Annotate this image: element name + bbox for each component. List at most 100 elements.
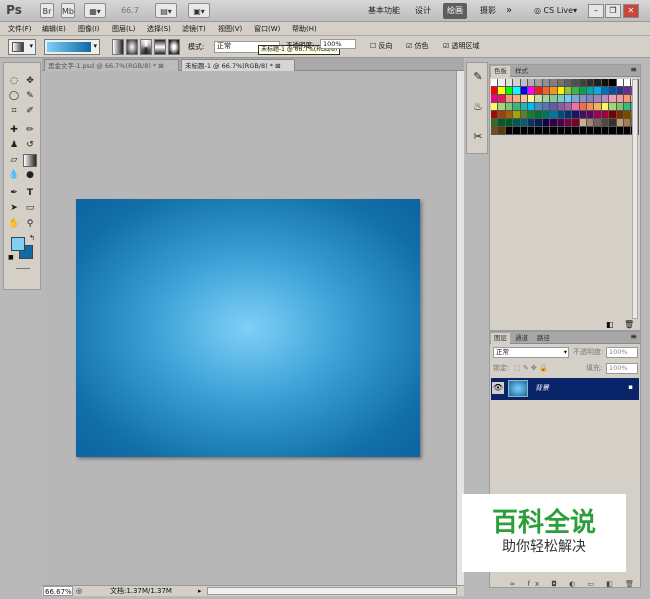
color-swatch[interactable] (535, 111, 543, 119)
workspace-design[interactable]: 设计 (411, 3, 435, 19)
color-swatch[interactable] (594, 87, 602, 95)
blend-mode-select[interactable]: 正常 ▾ (493, 347, 569, 358)
tab-layers[interactable]: 图层 (491, 333, 510, 344)
color-swatch[interactable] (505, 119, 514, 127)
screen-mode-button[interactable]: ▣▾ (188, 3, 210, 18)
tab-paths[interactable]: 路径 (534, 333, 553, 344)
color-swatch[interactable] (557, 103, 565, 111)
radial-gradient-button[interactable] (126, 39, 138, 55)
bridge-button[interactable]: Br (40, 3, 54, 18)
color-swatch[interactable] (520, 87, 528, 95)
dodge-tool-icon[interactable]: ● (23, 169, 37, 182)
opacity-input[interactable]: 100% (320, 39, 356, 49)
color-swatch[interactable] (498, 127, 506, 135)
color-swatch[interactable] (609, 119, 617, 127)
color-swatch[interactable] (550, 127, 558, 135)
cs-live-button[interactable]: ◎ CS Live▾ (530, 3, 581, 19)
move-tool-icon[interactable]: ✥ (23, 75, 37, 88)
color-swatch[interactable] (572, 111, 580, 119)
color-swatch[interactable] (520, 119, 528, 127)
color-swatch[interactable] (513, 95, 521, 103)
color-swatch[interactable] (609, 111, 617, 119)
zoom-level[interactable]: 66.7 (118, 3, 142, 18)
menu-help[interactable]: 帮助(H) (292, 23, 317, 35)
marquee-tool-icon[interactable]: ◌ (7, 75, 21, 88)
fill-input[interactable]: 100% (606, 363, 638, 374)
color-swatch[interactable] (542, 95, 551, 103)
color-swatch[interactable] (491, 127, 499, 135)
color-swatch[interactable] (572, 103, 580, 111)
color-swatch[interactable] (572, 119, 580, 127)
color-swatch[interactable] (498, 103, 506, 111)
tab-styles[interactable]: 样式 (512, 66, 531, 77)
color-swatch[interactable] (550, 79, 558, 87)
lasso-tool-icon[interactable]: ◯ (7, 90, 21, 103)
linear-gradient-button[interactable] (112, 39, 124, 55)
color-swatch[interactable] (601, 79, 610, 87)
color-swatch[interactable] (520, 103, 528, 111)
color-swatch[interactable] (557, 111, 565, 119)
color-swatch[interactable] (550, 103, 558, 111)
color-swatch[interactable] (535, 127, 543, 135)
history-brush-tool-icon[interactable]: ↺ (23, 139, 37, 152)
color-swatch[interactable] (579, 103, 588, 111)
color-swatch[interactable] (535, 79, 543, 87)
reverse-checkbox[interactable]: ☐ 反向 (370, 41, 393, 51)
clone-stamp-tool-icon[interactable]: ♟ (7, 139, 21, 152)
clone-source-icon[interactable]: ♨ (470, 99, 486, 115)
eraser-tool-icon[interactable]: ▱ (7, 154, 21, 167)
menu-select[interactable]: 选择(S) (147, 23, 171, 35)
color-swatch[interactable] (527, 103, 536, 111)
color-swatch[interactable] (616, 111, 625, 119)
color-swatch[interactable] (564, 79, 573, 87)
workspace-essentials[interactable]: 基本功能 (364, 3, 404, 19)
color-swatch[interactable] (624, 111, 632, 119)
quick-select-tool-icon[interactable]: ✎ (23, 90, 37, 103)
color-swatch[interactable] (557, 87, 565, 95)
color-swatch[interactable] (505, 95, 514, 103)
status-zoom[interactable]: 66.67% (43, 586, 73, 596)
swap-colors-icon[interactable]: ↰ (29, 234, 35, 242)
color-swatch[interactable] (564, 119, 573, 127)
menu-edit[interactable]: 编辑(E) (42, 23, 66, 35)
color-swatch[interactable] (624, 103, 632, 111)
color-swatch[interactable] (579, 79, 588, 87)
color-swatch[interactable] (601, 103, 610, 111)
default-colors-icon[interactable]: ■ (8, 254, 14, 261)
color-swatch[interactable] (609, 79, 617, 87)
color-swatch[interactable] (527, 79, 536, 87)
color-swatch[interactable] (520, 79, 528, 87)
color-swatch[interactable] (557, 127, 565, 135)
color-swatch[interactable] (542, 103, 551, 111)
tab-document-2[interactable]: 未标题-1 @ 66.7%(RGB/8) * ⊠ (181, 59, 295, 71)
color-swatch[interactable] (550, 87, 558, 95)
color-swatch[interactable] (527, 111, 536, 119)
close-button[interactable]: ✕ (623, 4, 639, 18)
reflected-gradient-button[interactable] (154, 39, 166, 55)
color-swatch[interactable] (624, 79, 632, 87)
path-selection-tool-icon[interactable]: ➤ (7, 202, 21, 215)
color-swatch[interactable] (624, 95, 632, 103)
tool-presets-icon[interactable]: ✂ (470, 129, 486, 145)
document-canvas[interactable] (76, 199, 420, 457)
color-swatch[interactable] (535, 95, 543, 103)
color-swatch[interactable] (601, 95, 610, 103)
color-swatch[interactable] (609, 127, 617, 135)
restore-button[interactable]: ❐ (605, 4, 621, 18)
color-swatch[interactable] (505, 87, 514, 95)
menu-image[interactable]: 图像(I) (78, 23, 100, 35)
panel-menu-icon[interactable]: ≡ (630, 65, 637, 74)
color-swatch[interactable] (587, 95, 595, 103)
color-swatch[interactable] (550, 111, 558, 119)
menu-file[interactable]: 文件(F) (8, 23, 32, 35)
hand-tool-icon[interactable]: ✋ (7, 218, 21, 231)
color-swatch[interactable] (527, 95, 536, 103)
color-swatch[interactable] (557, 119, 565, 127)
shape-tool-icon[interactable]: ▭ (23, 202, 37, 215)
color-swatch[interactable] (601, 111, 610, 119)
color-swatch[interactable] (520, 127, 528, 135)
menu-layer[interactable]: 图层(L) (112, 23, 135, 35)
color-swatch[interactable] (542, 111, 551, 119)
color-swatch[interactable] (624, 127, 632, 135)
color-swatch[interactable] (579, 87, 588, 95)
